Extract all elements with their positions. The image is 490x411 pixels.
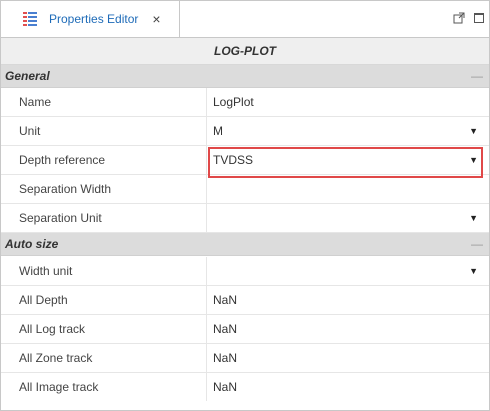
section-general[interactable]: General — [1,65,489,88]
property-row-unit: Unit M ▼ [1,117,489,146]
tab-bar: Properties Editor × [1,1,489,38]
property-value: NaN [213,380,238,394]
property-label: Name [19,95,52,109]
property-value: TVDSS [213,153,254,167]
collapse-icon[interactable]: — [471,233,483,255]
property-label: All Log track [19,322,86,336]
dropdown-arrow-icon[interactable]: ▼ [469,257,478,285]
close-icon[interactable]: × [152,11,160,27]
section-general-label: General [5,69,50,83]
property-value: LogPlot [213,95,254,109]
object-title: LOG-PLOT [1,38,489,65]
properties-editor-window: Properties Editor × LOG-PLOT General — N… [0,0,490,411]
all-zone-track-field[interactable]: NaN [206,344,489,372]
name-field[interactable]: LogPlot [206,88,489,116]
property-row-all-image-track: All Image track NaN [1,373,489,401]
property-row-name: Name LogPlot [1,88,489,117]
dropdown-arrow-icon[interactable]: ▼ [469,204,478,232]
property-row-all-zone-track: All Zone track NaN [1,344,489,373]
separation-unit-dropdown[interactable]: ▼ [206,204,489,232]
property-label: Depth reference [19,153,106,167]
all-depth-field[interactable]: NaN [206,286,489,314]
popout-icon[interactable] [453,12,465,24]
section-auto-size[interactable]: Auto size — [1,233,489,256]
property-label: All Zone track [19,351,93,365]
depth-reference-dropdown[interactable]: TVDSS ▼ [206,146,489,174]
tab-properties-editor[interactable]: Properties Editor × [1,1,180,37]
property-label: Separation Width [19,182,112,196]
maximize-icon[interactable] [473,12,485,24]
property-row-width-unit: Width unit ▼ [1,257,489,286]
all-log-track-field[interactable]: NaN [206,315,489,343]
dropdown-arrow-icon[interactable]: ▼ [469,117,478,145]
property-label: Width unit [19,264,73,278]
property-row-separation-unit: Separation Unit ▼ [1,204,489,233]
property-row-depth-reference: Depth reference TVDSS ▼ [1,146,489,175]
separation-width-field[interactable] [206,175,489,203]
tab-label: Properties Editor [49,12,139,26]
section-auto-size-label: Auto size [5,237,59,251]
property-label: Unit [19,124,41,138]
all-image-track-field[interactable]: NaN [206,373,489,401]
property-value: NaN [213,293,238,307]
property-label: Separation Unit [19,211,102,225]
dropdown-arrow-icon[interactable]: ▼ [469,146,478,174]
unit-dropdown[interactable]: M ▼ [206,117,489,145]
property-row-all-log-track: All Log track NaN [1,315,489,344]
collapse-icon[interactable]: — [471,65,483,87]
property-label: All Depth [19,293,68,307]
properties-grid-icon [23,12,37,26]
property-value: NaN [213,351,238,365]
property-value: NaN [213,322,238,336]
property-row-separation-width: Separation Width [1,175,489,204]
property-label: All Image track [19,380,99,394]
width-unit-dropdown[interactable]: ▼ [206,257,489,285]
property-row-all-depth: All Depth NaN [1,286,489,315]
property-value: M [213,124,223,138]
